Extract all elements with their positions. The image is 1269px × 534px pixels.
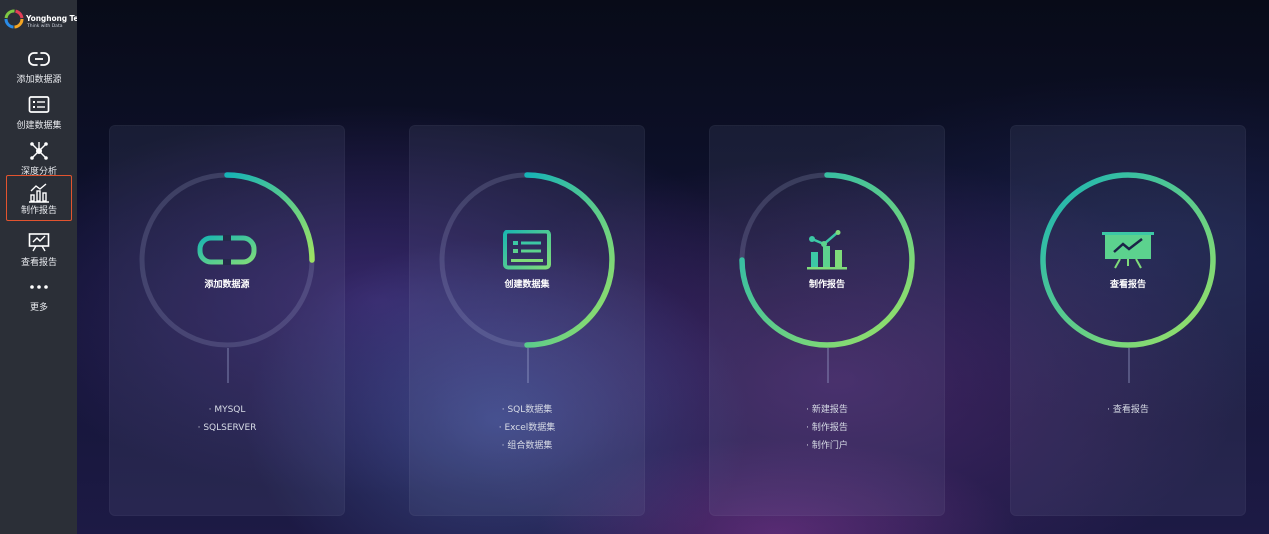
connector-line xyxy=(227,348,229,383)
sidebar: Yonghong Tech Think with Data 添加数据源 创建数据… xyxy=(0,0,88,534)
link-mysql[interactable]: · MYSQL xyxy=(109,404,345,422)
sidebar-item-view-report[interactable]: 查看报告 xyxy=(6,227,72,273)
link-new-report[interactable]: · 新建报告 xyxy=(709,404,945,422)
card-title: 创建数据集 xyxy=(504,280,550,290)
link-excel-dataset[interactable]: · Excel数据集 xyxy=(409,422,645,440)
card-create-dataset[interactable]: 创建数据集 · SQL数据集 · Excel数据集 · 组合数据集 xyxy=(409,125,645,516)
presentation-icon xyxy=(28,233,50,252)
link-combined-dataset[interactable]: · 组合数据集 xyxy=(409,440,645,458)
brand-logo[interactable]: Yonghong Tech Think with Data xyxy=(3,4,88,34)
card-title: 制作报告 xyxy=(808,280,845,290)
card-title: 查看报告 xyxy=(1109,280,1146,290)
more-icon xyxy=(30,285,48,289)
bar-chart-icon xyxy=(29,183,49,203)
bar-chart-icon xyxy=(807,230,847,270)
link-make-report[interactable]: · 制作报告 xyxy=(709,422,945,440)
sidebar-item-more[interactable]: 更多 xyxy=(6,272,72,318)
network-icon xyxy=(30,142,48,160)
link-sqlserver[interactable]: · SQLSERVER xyxy=(109,422,345,440)
presentation-icon xyxy=(1102,232,1154,269)
sidebar-item-label: 制作报告 xyxy=(20,206,57,216)
sidebar-item-label: 添加数据源 xyxy=(16,75,62,85)
card-title: 添加数据源 xyxy=(204,280,250,290)
sidebar-item-make-report[interactable]: 制作报告 xyxy=(6,175,72,221)
card-add-datasource[interactable]: 添加数据源 · MYSQL · SQLSERVER xyxy=(109,125,345,516)
sidebar-item-label: 更多 xyxy=(29,303,48,313)
sidebar-item-label: 创建数据集 xyxy=(16,121,62,131)
brand-tagline: Think with Data xyxy=(27,24,63,29)
connector-line xyxy=(1128,348,1130,383)
sidebar-item-create-dataset[interactable]: 创建数据集 xyxy=(6,90,72,136)
card-links: · 新建报告 · 制作报告 · 制作门户 xyxy=(709,404,945,458)
dataset-icon xyxy=(503,230,551,270)
card-links: · SQL数据集 · Excel数据集 · 组合数据集 xyxy=(409,404,645,458)
link-icon xyxy=(197,235,257,265)
main-panel: 添加数据源 · MYSQL · SQLSERVER 创建数据集 · SQL数据集… xyxy=(77,0,1269,534)
card-links: · MYSQL · SQLSERVER xyxy=(109,404,345,440)
card-links: · 查看报告 xyxy=(1010,404,1246,422)
sidebar-item-add-datasource[interactable]: 添加数据源 xyxy=(6,44,72,90)
card-view-report[interactable]: 查看报告 · 查看报告 xyxy=(1010,125,1246,516)
dataset-icon xyxy=(28,96,50,113)
logo-icon xyxy=(4,9,24,29)
sidebar-item-label: 查看报告 xyxy=(20,258,57,268)
link-sql-dataset[interactable]: · SQL数据集 xyxy=(409,404,645,422)
link-make-portal[interactable]: · 制作门户 xyxy=(709,440,945,458)
connector-line xyxy=(527,348,529,383)
connector-line xyxy=(827,348,829,383)
card-make-report[interactable]: 制作报告 · 新建报告 · 制作报告 · 制作门户 xyxy=(709,125,945,516)
link-icon xyxy=(28,51,50,67)
link-view-report[interactable]: · 查看报告 xyxy=(1010,404,1246,422)
